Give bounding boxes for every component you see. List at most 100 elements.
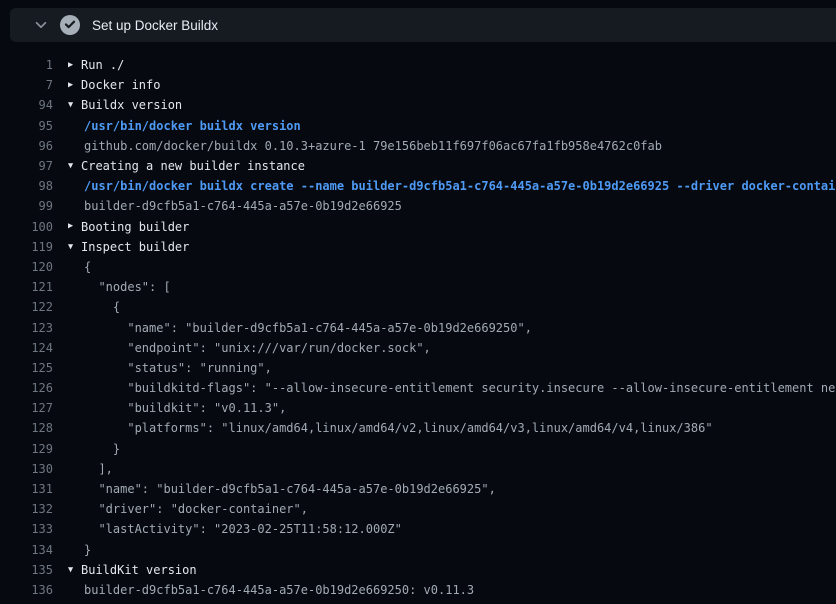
log-line-body: { — [53, 300, 836, 314]
log-line-body: ▶ Run ./ — [53, 58, 836, 72]
log-line-number[interactable]: 98 — [0, 179, 53, 193]
log-line-text: } — [84, 442, 120, 456]
log-line-number[interactable]: 126 — [0, 381, 53, 395]
caret-down-icon[interactable]: ▼ — [68, 566, 81, 575]
caret-right-icon[interactable]: ▶ — [68, 61, 81, 70]
log-line-body: /usr/bin/docker buildx version — [53, 119, 836, 133]
log-line-body: "lastActivity": "2023-02-25T11:58:12.000… — [53, 522, 836, 536]
log-line-body: ▼ BuildKit version — [53, 563, 836, 577]
log-line-number[interactable]: 94 — [0, 98, 53, 112]
caret-down-icon[interactable]: ▼ — [68, 243, 81, 252]
log-line-number[interactable]: 135 — [0, 563, 53, 577]
log-line-number[interactable]: 133 — [0, 522, 53, 536]
log-line-number[interactable]: 121 — [0, 280, 53, 294]
log-line-text: github.com/docker/buildx 0.10.3+azure-1 … — [84, 139, 662, 153]
log-line: 134 } — [0, 540, 836, 560]
log-line-text: "endpoint": "unix:///var/run/docker.sock… — [84, 341, 431, 355]
log-line-number[interactable]: 1 — [0, 58, 53, 72]
log-line-text: "buildkit": "v0.11.3", — [84, 401, 286, 415]
log-line-number[interactable]: 127 — [0, 401, 53, 415]
log-line-text: "buildkitd-flags": "--allow-insecure-ent… — [84, 381, 836, 395]
log-line-number[interactable]: 95 — [0, 119, 53, 133]
check-circle-icon — [60, 15, 80, 35]
log-line-text: Docker info — [81, 78, 160, 92]
log-line-body: "platforms": "linux/amd64,linux/amd64/v2… — [53, 421, 836, 435]
log-line-text: "lastActivity": "2023-02-25T11:58:12.000… — [84, 522, 402, 536]
log-group-line[interactable]: 1 ▶ Run ./ — [0, 55, 836, 75]
caret-down-icon[interactable]: ▼ — [68, 162, 81, 171]
log-line-text: Creating a new builder instance — [81, 159, 305, 173]
log-line: 133 "lastActivity": "2023-02-25T11:58:12… — [0, 519, 836, 539]
log-line-body: "driver": "docker-container", — [53, 502, 836, 516]
chevron-down-icon[interactable] — [34, 18, 48, 32]
log-group-line[interactable]: 97 ▼ Creating a new builder instance — [0, 156, 836, 176]
log-group-line[interactable]: 100 ▶ Booting builder — [0, 217, 836, 237]
log-line: 136 builder-d9cfb5a1-c764-445a-a57e-0b19… — [0, 580, 836, 600]
log-line: 96 github.com/docker/buildx 0.10.3+azure… — [0, 136, 836, 156]
log-line-text: "name": "builder-d9cfb5a1-c764-445a-a57e… — [84, 321, 532, 335]
log-line-text: "driver": "docker-container", — [84, 502, 308, 516]
log-line: 129 } — [0, 439, 836, 459]
log-line-body: "nodes": [ — [53, 280, 836, 294]
log-line-body: /usr/bin/docker buildx create --name bui… — [53, 179, 836, 193]
log-line: 127 "buildkit": "v0.11.3", — [0, 398, 836, 418]
log-line-number[interactable]: 128 — [0, 421, 53, 435]
log-line-body: { — [53, 260, 836, 274]
log-line: 123 "name": "builder-d9cfb5a1-c764-445a-… — [0, 317, 836, 337]
log-line-number[interactable]: 122 — [0, 300, 53, 314]
log-line-number[interactable]: 7 — [0, 78, 53, 92]
log-line: 132 "driver": "docker-container", — [0, 499, 836, 519]
log-line-text: /usr/bin/docker buildx create --name bui… — [84, 179, 836, 193]
log-line: 122 { — [0, 297, 836, 317]
log-line-body: builder-d9cfb5a1-c764-445a-a57e-0b19d2e6… — [53, 583, 836, 597]
step-title: Set up Docker Buildx — [92, 18, 218, 33]
log-line-text: BuildKit version — [81, 563, 197, 577]
log-group-line[interactable]: 94 ▼ Buildx version — [0, 95, 836, 115]
log-line-number[interactable]: 97 — [0, 159, 53, 173]
log-line-body: ▼ Inspect builder — [53, 240, 836, 254]
log-line-number[interactable]: 125 — [0, 361, 53, 375]
log-line-text: builder-d9cfb5a1-c764-445a-a57e-0b19d2e6… — [84, 199, 402, 213]
log-line-text: Booting builder — [81, 220, 189, 234]
caret-right-icon[interactable]: ▶ — [68, 222, 81, 231]
log-line-text: { — [84, 260, 91, 274]
log-line-body: "status": "running", — [53, 361, 836, 375]
log-line-number[interactable]: 123 — [0, 321, 53, 335]
log-line-text: "nodes": [ — [84, 280, 171, 294]
step-header[interactable]: Set up Docker Buildx — [10, 8, 836, 42]
log-group-line[interactable]: 119 ▼ Inspect builder — [0, 237, 836, 257]
log-line-number[interactable]: 96 — [0, 139, 53, 153]
log-line-number[interactable]: 129 — [0, 442, 53, 456]
log-line-number[interactable]: 130 — [0, 462, 53, 476]
log-line: 95 /usr/bin/docker buildx version — [0, 116, 836, 136]
log-line-number[interactable]: 124 — [0, 341, 53, 355]
log-line-number[interactable]: 136 — [0, 583, 53, 597]
log-line-number[interactable]: 100 — [0, 220, 53, 234]
log-line-body: ▼ Creating a new builder instance — [53, 159, 836, 173]
caret-down-icon[interactable]: ▼ — [68, 101, 81, 110]
log-line-body: ▶ Docker info — [53, 78, 836, 92]
log-line-body: ], — [53, 462, 836, 476]
log-lines[interactable]: 1 ▶ Run ./ 7 ▶ Docker info 94 ▼ Buildx v… — [0, 55, 836, 600]
log-line-number[interactable]: 119 — [0, 240, 53, 254]
log-line-number[interactable]: 120 — [0, 260, 53, 274]
log-line-text: "platforms": "linux/amd64,linux/amd64/v2… — [84, 421, 713, 435]
caret-right-icon[interactable]: ▶ — [68, 81, 81, 90]
log-line: 121 "nodes": [ — [0, 277, 836, 297]
log-line-body: builder-d9cfb5a1-c764-445a-a57e-0b19d2e6… — [53, 199, 836, 213]
log-line-text: builder-d9cfb5a1-c764-445a-a57e-0b19d2e6… — [84, 583, 474, 597]
log-line-text: Run ./ — [81, 58, 124, 72]
log-group-line[interactable]: 7 ▶ Docker info — [0, 75, 836, 95]
log-line-number[interactable]: 99 — [0, 199, 53, 213]
log-line-body: } — [53, 543, 836, 557]
log-line-text: } — [84, 543, 91, 557]
log-line: 130 ], — [0, 459, 836, 479]
log-line-text: "status": "running", — [84, 361, 272, 375]
log-line-number[interactable]: 131 — [0, 482, 53, 496]
log-line: 128 "platforms": "linux/amd64,linux/amd6… — [0, 418, 836, 438]
log-line-text: "name": "builder-d9cfb5a1-c764-445a-a57e… — [84, 482, 496, 496]
log-line-number[interactable]: 134 — [0, 543, 53, 557]
log-line-number[interactable]: 132 — [0, 502, 53, 516]
log-group-line[interactable]: 135 ▼ BuildKit version — [0, 560, 836, 580]
log-line: 126 "buildkitd-flags": "--allow-insecure… — [0, 378, 836, 398]
